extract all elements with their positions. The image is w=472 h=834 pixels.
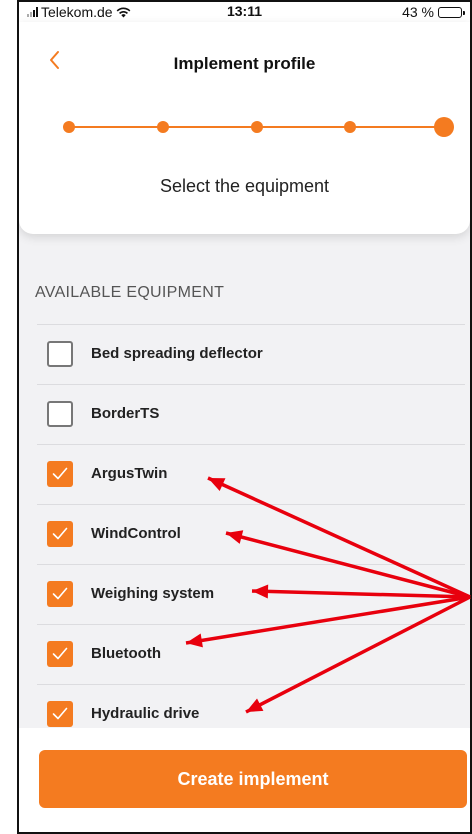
create-implement-button[interactable]: Create implement (39, 750, 467, 808)
section-title: AVAILABLE EQUIPMENT (35, 284, 225, 301)
step-dot-5 (434, 117, 454, 137)
checkmark-icon (52, 647, 68, 660)
step-dot-4 (344, 121, 357, 133)
equipment-checkbox[interactable] (47, 401, 73, 427)
equipment-label: Bluetooth (91, 645, 161, 662)
equipment-checkbox[interactable] (47, 581, 73, 607)
checkmark-icon (52, 527, 68, 540)
equipment-row[interactable]: ArgusTwin (37, 444, 465, 504)
equipment-label: BorderTS (91, 405, 160, 422)
equipment-row[interactable]: Bed spreading deflector (37, 324, 465, 384)
progress-stepper (19, 112, 470, 142)
step-dot-1 (63, 121, 75, 133)
equipment-label: WindControl (91, 525, 181, 542)
equipment-label: Weighing system (91, 585, 215, 602)
checkmark-icon (52, 587, 68, 600)
equipment-row[interactable]: Weighing system (37, 564, 465, 624)
battery-icon (438, 6, 465, 18)
equipment-checkbox[interactable] (47, 641, 73, 667)
equipment-label: ArgusTwin (91, 465, 168, 482)
equipment-row[interactable]: BorderTS (37, 384, 465, 444)
equipment-label: Hydraulic drive (91, 705, 200, 722)
step-dot-3 (250, 121, 263, 133)
equipment-checkbox[interactable] (47, 341, 73, 367)
bottom-bar: Create implement (19, 728, 470, 832)
step-prompt: Select the equipment (159, 176, 330, 196)
equipment-row[interactable]: Bluetooth (37, 624, 465, 684)
equipment-list: Bed spreading deflector BorderTS ArgusTwin… (37, 324, 465, 744)
equipment-checkbox[interactable] (47, 521, 73, 547)
status-bar: Telekom.de 13:11 43 % (19, 2, 470, 22)
step-dot-2 (156, 121, 169, 133)
checkmark-icon (52, 467, 68, 480)
checkmark-icon (52, 707, 68, 720)
battery-percentage: 43 % (402, 4, 434, 20)
phone-screen: Telekom.de 13:11 43 % Implement profile … (17, 0, 472, 834)
status-bar-right: 43 % (402, 4, 465, 20)
equipment-checkbox[interactable] (47, 701, 73, 727)
header-card: Implement profile Select the equipment (19, 22, 470, 234)
equipment-row[interactable]: WindControl (37, 504, 465, 564)
equipment-checkbox[interactable] (47, 461, 73, 487)
equipment-label: Bed spreading deflector (91, 345, 263, 362)
page-title: Implement profile (173, 54, 316, 73)
